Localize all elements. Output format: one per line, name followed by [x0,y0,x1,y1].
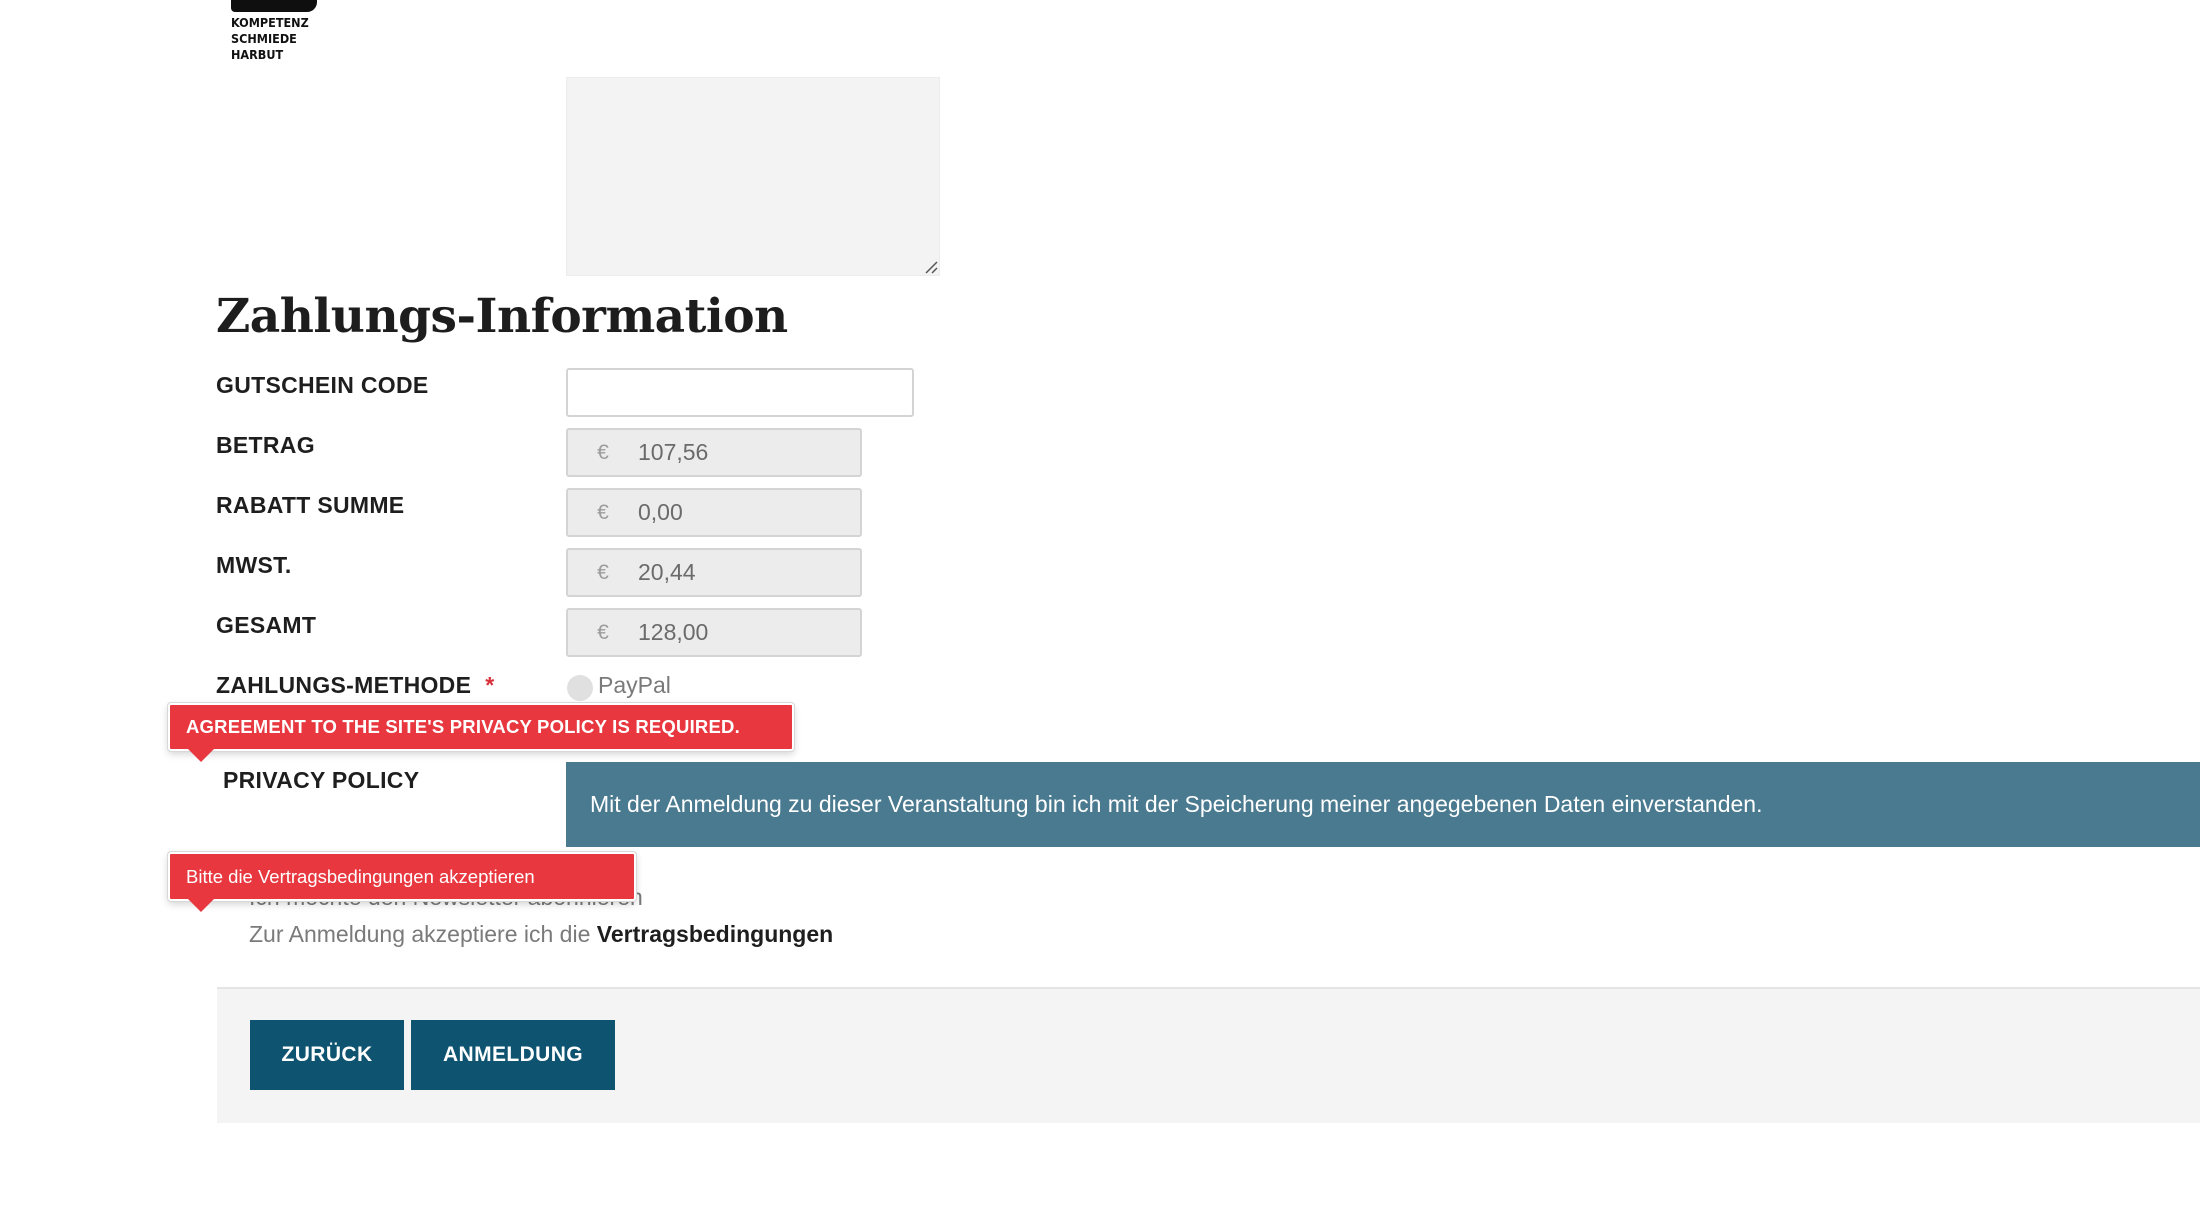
logo-line-1: KOMPETENZ [231,15,309,30]
register-button[interactable]: ANMELDUNG [411,1020,615,1090]
terms-checkbox-label[interactable]: Zur Anmeldung akzeptiere ich die Vertrag… [249,921,833,948]
total-value: 128,00 [638,619,709,645]
privacy-error-tooltip: AGREEMENT TO THE SITE'S PRIVACY POLICY I… [168,703,794,751]
currency-symbol: € [597,500,609,524]
amount-value: 107,56 [638,439,709,465]
tooltip-tail [188,899,214,912]
discount-label: RABATT SUMME [216,492,405,518]
amount-label: BETRAG [216,432,315,458]
coupon-label: GUTSCHEIN CODE [216,372,429,398]
section-title: Zahlungs-Information [216,289,788,344]
resize-grip-icon[interactable] [924,260,938,274]
logo-mark [231,0,317,12]
terms-prefix: Zur Anmeldung akzeptiere ich die [249,921,591,947]
logo[interactable]: KOMPETENZ SCHMIEDE HARBUT [231,15,309,63]
logo-line-2: SCHMIEDE [231,31,297,46]
discount-field: € 0,00 [566,488,862,537]
payment-option-paypal[interactable]: PayPal [598,672,671,699]
amount-field: € 107,56 [566,428,862,477]
tooltip-tail [188,749,214,762]
currency-symbol: € [597,440,609,464]
tax-field: € 20,44 [566,548,862,597]
total-label: GESAMT [216,612,317,638]
coupon-input[interactable] [566,368,914,417]
back-button[interactable]: ZURÜCK [250,1020,404,1090]
payment-radio-paypal[interactable] [567,675,593,701]
tax-label: MWST. [216,552,292,578]
payment-method-label: ZAHLUNGS-METHODE * [216,672,495,699]
terms-link[interactable]: Vertragsbedingungen [597,921,833,947]
privacy-policy-label: PRIVACY POLICY [223,767,420,793]
currency-symbol: € [597,620,609,644]
required-marker: * [485,672,495,698]
total-field: € 128,00 [566,608,862,657]
terms-error-tooltip: Bitte die Vertragsbedingungen akzeptiere… [168,852,636,901]
tax-value: 20,44 [638,559,696,585]
currency-symbol: € [597,560,609,584]
logo-line-3: HARBUT [231,47,284,62]
discount-value: 0,00 [638,499,683,525]
comment-textarea[interactable] [566,77,940,276]
payment-method-label-text: ZAHLUNGS-METHODE [216,672,472,698]
privacy-policy-banner: Mit der Anmeldung zu dieser Veranstaltun… [566,762,2200,847]
